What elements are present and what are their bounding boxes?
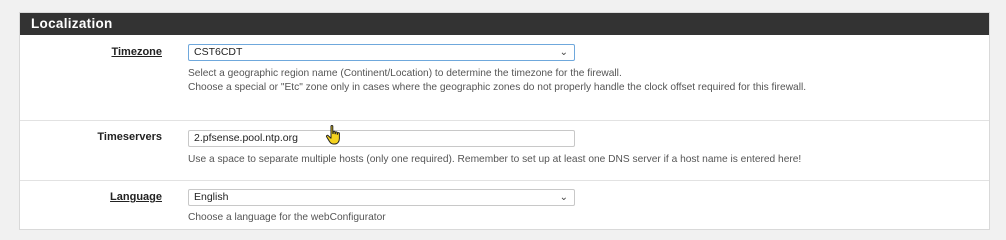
- timezone-help: Select a geographic region name (Contine…: [188, 67, 806, 95]
- timezone-help-line-1: Select a geographic region name (Contine…: [188, 68, 622, 79]
- timeservers-help: Use a space to separate multiple hosts (…: [188, 154, 802, 165]
- timeservers-row: Timeservers 2.pfsense.pool.ntp.org Use a…: [20, 121, 989, 181]
- timezone-row: Timezone CST6CDT ⌄ Select a geographic r…: [20, 35, 989, 121]
- language-label: Language: [110, 191, 162, 203]
- hand-pointer-icon: [325, 124, 340, 145]
- chevron-down-icon: ⌄: [559, 192, 568, 203]
- localization-panel: Localization Timezone CST6CDT ⌄ Select a…: [19, 12, 990, 230]
- timezone-label: Timezone: [111, 46, 162, 58]
- timeservers-input[interactable]: 2.pfsense.pool.ntp.org: [188, 130, 575, 147]
- timezone-help-line-2: Choose a special or "Etc" zone only in c…: [188, 82, 807, 93]
- language-select[interactable]: English ⌄: [188, 189, 575, 206]
- timezone-select[interactable]: CST6CDT ⌄: [188, 44, 575, 61]
- timeservers-input-value: 2.pfsense.pool.ntp.org: [194, 132, 298, 144]
- chevron-down-icon: ⌄: [559, 47, 568, 58]
- language-row: Language English ⌄ Choose a language for…: [20, 181, 989, 231]
- timeservers-label: Timeservers: [97, 131, 162, 143]
- language-help: Choose a language for the webConfigurato…: [188, 212, 386, 223]
- timezone-select-value: CST6CDT: [194, 46, 243, 58]
- panel-title: Localization: [20, 13, 989, 35]
- language-select-value: English: [194, 191, 229, 203]
